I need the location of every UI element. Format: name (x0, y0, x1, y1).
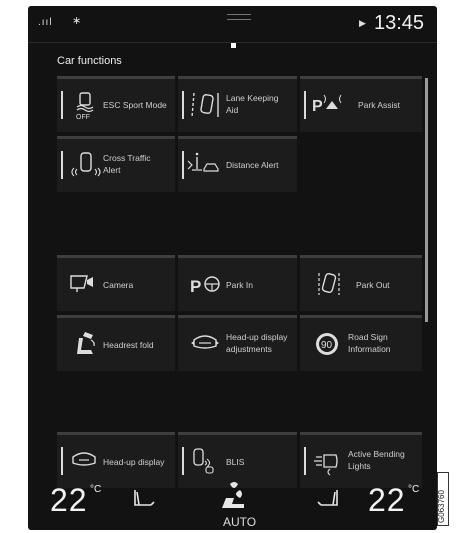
park-assist-icon: P (312, 94, 342, 115)
tile-label: Road Sign Information (348, 332, 391, 354)
tile-label: Headrest fold (103, 340, 154, 350)
tile-headrest-fold[interactable]: Headrest fold (57, 315, 175, 371)
page-indicator (231, 43, 236, 48)
cross-traffic-icon (71, 152, 101, 177)
signal-strength-icon: .ııl (38, 17, 53, 28)
svg-text:OFF: OFF (76, 114, 90, 121)
tile-park-assist[interactable]: P Park Assist (300, 76, 422, 132)
passenger-seat-icon[interactable] (316, 488, 340, 510)
climate-fan-icon[interactable] (216, 480, 252, 512)
tile-park-out[interactable]: Park Out (300, 255, 422, 311)
scrollbar[interactable] (425, 78, 428, 322)
page-title: Car functions (57, 55, 122, 67)
fan-mode-label: AUTO (223, 515, 257, 529)
lane-keeping-icon (191, 92, 219, 118)
tile-distance-alert[interactable]: Distance Alert (178, 136, 297, 192)
toggle-indicator (182, 447, 184, 475)
toggle-indicator (182, 91, 184, 119)
clock: 13:45 (374, 12, 425, 34)
toggle-indicator (304, 91, 306, 119)
svg-text:90: 90 (321, 340, 333, 351)
driver-temp-unit: °C (90, 484, 102, 495)
tile-label: Park Out (356, 280, 390, 290)
tile-label: Camera (103, 280, 134, 290)
tile-label: ESC Sport Mode (103, 100, 167, 110)
toggle-indicator (61, 447, 63, 475)
tile-label: BLIS (226, 457, 245, 467)
tile-esc-sport-mode[interactable]: OFF ESC Sport Mode (57, 76, 175, 132)
esc-off-icon: OFF (76, 92, 94, 121)
tile-park-in[interactable]: P Park In (178, 255, 297, 311)
media-playing-icon: ▶ (359, 18, 366, 28)
road-sign-icon: 90 (316, 333, 338, 355)
toggle-indicator (61, 91, 63, 119)
figure-id: G063760 (437, 490, 446, 523)
center-display: .ııl ∗ ▶ 13:45 Car functions OFF ESC Spo… (28, 6, 437, 530)
tile-label: Park In (226, 280, 253, 290)
driver-temperature[interactable]: 22 (50, 482, 88, 519)
top-view-pull-handle[interactable] (227, 14, 251, 20)
driver-seat-icon[interactable] (132, 488, 156, 510)
tile-hud-adjustments[interactable]: Head-up display adjustments (178, 315, 297, 371)
tile-label: Lane Keeping Aid (226, 93, 279, 115)
status-bar: .ııl ∗ ▶ 13:45 (28, 6, 437, 42)
camera-icon (70, 275, 93, 292)
tile-lane-keeping-aid[interactable]: Lane Keeping Aid (178, 76, 297, 132)
tile-label: Head-up display adjustments (226, 332, 288, 354)
tile-cross-traffic-alert[interactable]: Cross Traffic Alert (57, 136, 175, 192)
tile-road-sign-information[interactable]: 90 Road Sign Information (300, 315, 422, 371)
head-up-display-icon (72, 452, 96, 466)
svg-text:P: P (312, 98, 323, 115)
blis-icon (193, 448, 214, 474)
tile-label: Head-up display (103, 457, 165, 467)
park-out-icon (318, 272, 340, 295)
tile-label: Distance Alert (226, 160, 279, 170)
bluetooth-icon: ∗ (72, 15, 82, 27)
tile-label: Park Assist (358, 100, 401, 110)
hud-adjust-icon (191, 335, 219, 349)
tile-camera[interactable]: Camera (57, 255, 175, 311)
tile-label: Cross Traffic Alert (103, 153, 151, 175)
bending-lights-icon (314, 454, 338, 476)
park-in-icon: P (190, 276, 220, 296)
tile-label: Active Bending Lights (348, 449, 405, 471)
toggle-indicator (304, 447, 306, 475)
toggle-indicator (182, 151, 184, 179)
distance-alert-icon (187, 152, 219, 172)
passenger-temp-unit: °C (408, 484, 420, 495)
climate-bar: 22 °C AUTO 22 °C (28, 478, 437, 530)
toggle-indicator (61, 151, 63, 179)
passenger-temperature[interactable]: 22 (368, 482, 406, 519)
svg-text:P: P (190, 277, 201, 296)
headrest-fold-icon (77, 332, 95, 354)
